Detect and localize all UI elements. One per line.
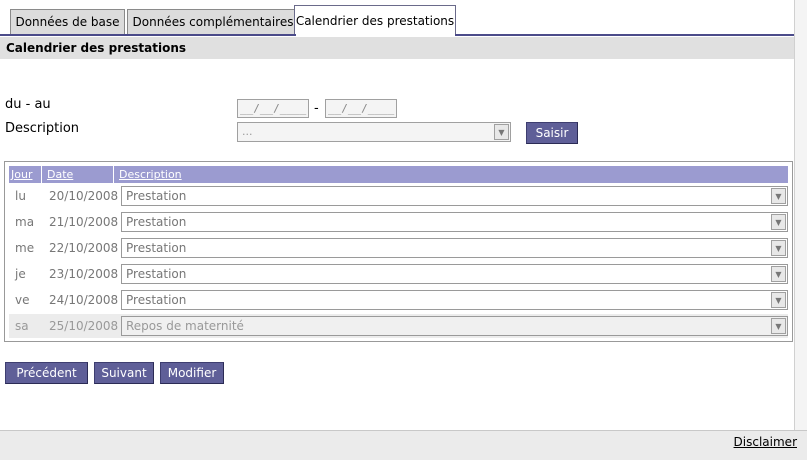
row-date: 22/10/2008	[49, 241, 119, 255]
row-day: lu	[15, 189, 26, 203]
chevron-down-icon[interactable]: ▼	[771, 292, 786, 308]
saisir-button[interactable]: Saisir	[526, 122, 578, 144]
range-label: du - au	[5, 97, 51, 112]
table-header: Jour Date Description	[9, 166, 788, 183]
row-date: 25/10/2008	[49, 319, 119, 333]
row-date: 20/10/2008	[49, 189, 119, 203]
row-description-select[interactable]: Prestation ▼	[121, 264, 788, 284]
chevron-down-icon[interactable]: ▼	[494, 124, 509, 140]
row-description-select[interactable]: Prestation ▼	[121, 212, 788, 232]
suivant-button[interactable]: Suivant	[94, 362, 154, 384]
from-date-input[interactable]: __/__/____	[237, 99, 309, 118]
row-day: ve	[15, 293, 30, 307]
table-row: ma 21/10/2008 Prestation ▼	[9, 210, 788, 234]
row-description-select[interactable]: Prestation ▼	[121, 238, 788, 258]
row-date: 23/10/2008	[49, 267, 119, 281]
row-description-select: Repos de maternité ▼	[121, 316, 788, 336]
row-description-select[interactable]: Prestation ▼	[121, 186, 788, 206]
table-row: lu 20/10/2008 Prestation ▼	[9, 184, 788, 208]
range-separator: -	[314, 101, 319, 116]
row-description-value: Repos de maternité	[126, 319, 244, 333]
disclaimer-link[interactable]: Disclaimer	[734, 435, 797, 449]
tab-calendrier-des-prestations[interactable]: Calendrier des prestations	[294, 5, 456, 36]
chevron-down-icon[interactable]: ▼	[771, 188, 786, 204]
chevron-down-icon[interactable]: ▼	[771, 240, 786, 256]
chevron-down-icon[interactable]: ▼	[771, 266, 786, 282]
row-day: ma	[15, 215, 35, 229]
row-date: 24/10/2008	[49, 293, 119, 307]
row-day: je	[15, 267, 26, 281]
description-value: ...	[242, 125, 253, 138]
scrollbar[interactable]	[794, 0, 807, 430]
table-row: je 23/10/2008 Prestation ▼	[9, 262, 788, 286]
row-description-select[interactable]: Prestation ▼	[121, 290, 788, 310]
description-select[interactable]: ... ▼	[237, 122, 511, 142]
table-row-disabled: sa 25/10/2008 Repos de maternité ▼	[9, 314, 788, 338]
chevron-down-icon[interactable]: ▼	[771, 214, 786, 230]
to-date-input[interactable]: __/__/____	[325, 99, 397, 118]
row-description-value: Prestation	[126, 189, 187, 203]
column-header-jour[interactable]: Jour	[9, 166, 42, 183]
modifier-button[interactable]: Modifier	[160, 362, 224, 384]
row-description-value: Prestation	[126, 293, 187, 307]
row-day: sa	[15, 319, 29, 333]
row-description-value: Prestation	[126, 267, 187, 281]
row-description-value: Prestation	[126, 215, 187, 229]
table-row: ve 24/10/2008 Prestation ▼	[9, 288, 788, 312]
calendar-table: Jour Date Description lu 20/10/2008 Pres…	[4, 161, 793, 342]
precedent-button[interactable]: Précédent	[5, 362, 88, 384]
footer: Disclaimer	[0, 430, 807, 460]
column-header-date[interactable]: Date	[45, 166, 114, 183]
row-description-value: Prestation	[126, 241, 187, 255]
row-date: 21/10/2008	[49, 215, 119, 229]
tab-donnees-de-base[interactable]: Données de base	[10, 9, 125, 35]
column-header-description[interactable]: Description	[117, 166, 788, 183]
table-row: me 22/10/2008 Prestation ▼	[9, 236, 788, 260]
chevron-down-icon: ▼	[771, 318, 786, 334]
row-day: me	[15, 241, 35, 255]
description-label: Description	[5, 121, 80, 136]
tab-donnees-complementaires[interactable]: Données complémentaires	[127, 9, 299, 35]
section-title: Calendrier des prestations	[0, 37, 794, 59]
